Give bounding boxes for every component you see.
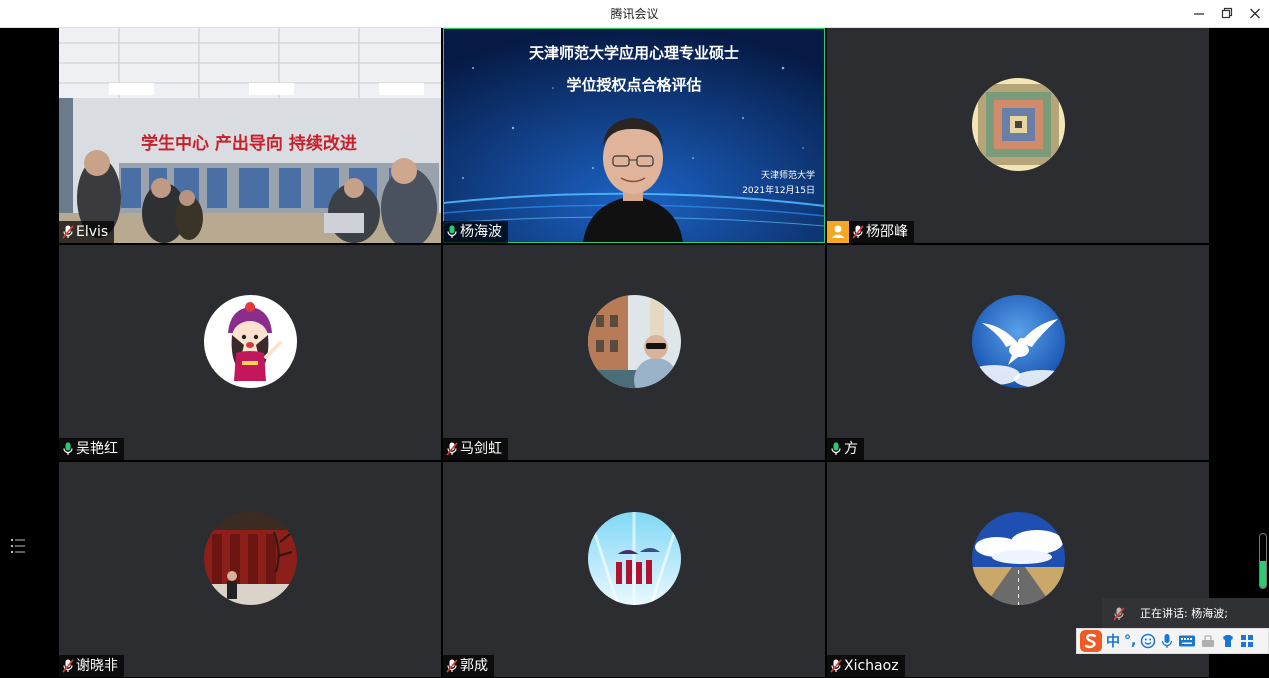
emoji-icon[interactable]: [1140, 633, 1156, 649]
mic-muted-icon: [445, 441, 459, 457]
avatar: [204, 512, 297, 605]
toolbox-icon[interactable]: [1200, 633, 1216, 649]
participant-name: 方: [844, 441, 858, 457]
volume-level-fill: [1260, 561, 1266, 588]
participant-name: Xichaoz: [844, 658, 899, 674]
participant-name: 马剑虹: [460, 441, 502, 457]
voice-input-icon[interactable]: [1160, 633, 1174, 649]
mic-active-icon: [61, 441, 75, 457]
nameplate-xichaoz: Xichaoz: [827, 655, 905, 677]
avatar: [972, 295, 1065, 388]
ime-toolbar[interactable]: 中 °,: [1076, 628, 1269, 654]
restore-icon: [1221, 7, 1233, 19]
avatar: [204, 295, 297, 388]
keyboard-icon[interactable]: [1178, 634, 1196, 648]
minimize-button[interactable]: [1184, 0, 1214, 28]
mic-active-icon: [445, 224, 459, 240]
speaking-indicator: 正在讲话: 杨海波;: [1102, 598, 1269, 630]
avatar: [972, 512, 1065, 605]
sogou-logo-icon[interactable]: [1079, 629, 1103, 653]
avatar: [588, 295, 681, 388]
restore-button[interactable]: [1212, 0, 1242, 28]
nameplate-fang: 方: [827, 438, 864, 460]
ime-punctuation-toggle[interactable]: °,: [1124, 629, 1136, 653]
classroom-video: 学生中心 产出导向 持续改进: [59, 28, 441, 243]
nameplate-xiexiaofei: 谢晓非: [59, 655, 124, 677]
video-tile-xiexiaofei[interactable]: 谢晓非: [59, 462, 441, 677]
participant-name: Elvis: [76, 224, 109, 240]
mic-muted-icon: [851, 224, 865, 240]
participant-name: 吴艳红: [76, 441, 118, 457]
participant-name: 谢晓非: [76, 658, 118, 674]
nameplate-yangshaofeng: 杨邵峰: [849, 221, 914, 243]
participant-name: 杨海波: [460, 224, 502, 240]
mic-muted-icon: [445, 658, 459, 674]
nameplate-elvis: Elvis: [59, 221, 115, 243]
video-tile-wuyanhong[interactable]: 吴艳红: [59, 245, 441, 460]
nameplate-yanghaibo: 杨海波: [443, 221, 508, 243]
nameplate-guocheng: 郭成: [443, 655, 494, 677]
close-button[interactable]: [1240, 0, 1269, 28]
video-grid: 学生中心 产出导向 持续改进 Elvis 天津师范大学应用心理专业硕士 学位授权…: [59, 28, 1210, 678]
video-tile-yanghaibo[interactable]: 天津师范大学应用心理专业硕士 学位授权点合格评估 天津师范大学 2021年12月…: [443, 28, 825, 243]
avatar: [588, 512, 681, 605]
mic-muted-icon: [1113, 607, 1125, 621]
mic-active-icon: [829, 441, 843, 457]
nameplate-majianhong: 马剑虹: [443, 438, 508, 460]
speaking-text: 正在讲话: 杨海波;: [1140, 607, 1228, 620]
volume-level-indicator: [1259, 533, 1267, 589]
video-tile-guocheng[interactable]: 郭成: [443, 462, 825, 677]
video-tile-fang[interactable]: 方: [827, 245, 1209, 460]
grid-menu-icon[interactable]: [1240, 634, 1254, 648]
nameplate-wuyanhong: 吴艳红: [59, 438, 124, 460]
mic-muted-icon: [829, 658, 843, 674]
classroom-banner: 学生中心 产出导向 持续改进: [141, 133, 357, 154]
slide-date: 2021年12月15日: [742, 184, 815, 196]
mic-muted-icon: [61, 224, 75, 240]
host-badge-icon: [827, 221, 849, 243]
slide-title-line2: 学位授权点合格评估: [566, 76, 701, 94]
ime-language-toggle[interactable]: 中: [1106, 629, 1120, 653]
meeting-window: 腾讯会议 学生中心 产出导向 持续改进 Elvis 天津师范大学应用心理专业硕士…: [0, 0, 1269, 678]
participant-name: 杨邵峰: [866, 224, 908, 240]
mic-muted-icon: [61, 658, 75, 674]
title-bar: 腾讯会议: [0, 0, 1269, 28]
video-tile-majianhong[interactable]: 马剑虹: [443, 245, 825, 460]
skin-icon[interactable]: [1220, 633, 1236, 649]
window-title: 腾讯会议: [610, 7, 659, 21]
minimize-icon: [1194, 13, 1204, 15]
member-list-icon[interactable]: [10, 537, 26, 555]
close-icon: [1250, 8, 1260, 19]
speaker-video: 天津师范大学应用心理专业硕士 学位授权点合格评估 天津师范大学 2021年12月…: [443, 28, 825, 243]
avatar: [972, 78, 1065, 171]
slide-org: 天津师范大学: [761, 169, 815, 181]
video-tile-elvis[interactable]: 学生中心 产出导向 持续改进 Elvis: [59, 28, 441, 243]
video-tile-yangshaofeng[interactable]: 杨邵峰: [827, 28, 1209, 243]
slide-title-line1: 天津师范大学应用心理专业硕士: [529, 44, 739, 62]
participant-name: 郭成: [460, 658, 488, 674]
